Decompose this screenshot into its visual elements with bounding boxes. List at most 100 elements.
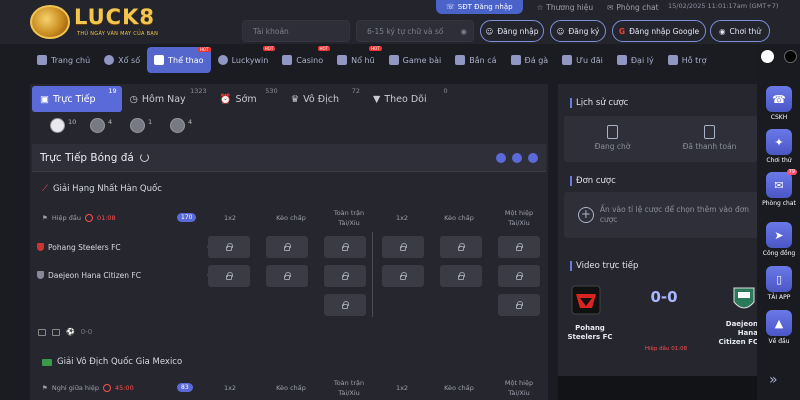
nav-cards[interactable]: Game bài [382,46,449,74]
live-header-actions [496,153,538,163]
password-input[interactable]: 6-15 ký tự chữ và số ◉ [356,20,474,42]
nav-luckywin[interactable]: Luckywin HOT [211,46,276,74]
video-area[interactable] [558,376,758,400]
brand-name: LUCK8 [74,5,155,29]
odds-cell[interactable] [266,236,308,258]
nav-home[interactable]: Trang chủ [30,46,97,74]
tab-early[interactable]: ⏰ Sớm 530 [212,86,283,112]
tab-following[interactable]: ▼ Theo Dõi 0 [365,86,453,112]
nav-label: Hỗ trợ [681,55,707,65]
sport-volleyball[interactable]: 4 [170,118,198,138]
theme-toggle[interactable] [761,50,797,64]
collapse-sidebar-icon[interactable]: » [769,372,778,388]
pending-bets[interactable]: Đang chờ [564,116,661,160]
nav-promotions[interactable]: Ưu đãi [555,46,610,74]
col-1x2-half: 1x2 [395,214,409,222]
settled-bets[interactable]: Đã thanh toán [661,116,758,160]
light-theme-icon[interactable] [761,50,774,63]
sidebar-label: CSKH [770,114,788,121]
nav-label: Casino [296,55,324,65]
league-header[interactable]: ⟋ Giải Hạng Nhất Hàn Quốc [32,178,546,200]
filter-icon[interactable] [512,153,522,163]
sport-football[interactable]: 10 [50,118,78,138]
nav-slots[interactable]: Nổ hũ HOT [330,46,382,74]
register-button[interactable]: ☺ Đăng ký [550,20,606,42]
status-text: Hiệp đầu [644,346,670,352]
login-button[interactable]: ☺ Đăng nhập [480,20,544,42]
match-status: ⚑ Hiệp đầu 01:08 [42,214,116,222]
flame-icon: ⟋ [42,184,48,194]
chat-room-button[interactable]: ✉ 79 Phòng chat [761,169,797,216]
collapse-icon[interactable] [528,153,538,163]
pending-label: Đang chờ [594,142,631,151]
brand-link[interactable]: ☆ Thương hiệu [537,3,594,12]
receipt-icon [704,125,715,139]
odds-cell[interactable] [440,265,482,287]
odds-cell[interactable] [382,236,424,258]
sidebar-label: Công đồng [762,250,796,257]
odds-cell[interactable] [324,236,366,258]
column-divider [372,232,373,317]
download-app-button[interactable]: ▯ TẢI APP [761,266,797,310]
league-header[interactable]: Giải Vô Địch Quốc Gia Mexico [32,351,546,373]
odds-cell[interactable] [324,294,366,316]
markets-count[interactable]: 83 [177,383,193,392]
username-input[interactable]: Tài khoản [242,20,350,42]
odds-cell[interactable] [266,265,308,287]
odds-cell[interactable] [208,265,250,287]
odds-cell[interactable] [498,294,540,316]
video-icon[interactable] [38,328,46,336]
team-home[interactable]: Pohang Steelers FC 0 [32,233,212,261]
nav-support[interactable]: Hỗ trợ [661,46,714,74]
odds-cell[interactable] [324,265,366,287]
field-icon[interactable]: ⚽ [66,328,75,336]
odds-cell[interactable] [498,236,540,258]
col-1x2-half: 1x2 [395,384,409,392]
tab-today[interactable]: ◷ Hôm Nay 1323 [122,86,212,112]
sport-basketball[interactable]: 4 [90,118,118,138]
demo-sidebar-button[interactable]: ✦ Chơi thử [761,129,797,173]
chat-link-label: Phòng chat [616,2,659,12]
demo-button[interactable]: ◉ Chơi thử [710,20,770,42]
sport-tennis[interactable]: 1 [130,118,158,138]
odds-cell[interactable] [208,236,250,258]
nav-agent[interactable]: Đại lý [610,46,661,74]
stats-icon[interactable] [52,328,60,336]
plus-icon[interactable]: + [578,207,594,223]
markets-count[interactable]: 170 [177,213,197,222]
star-icon: ☆ [536,2,544,12]
video-scoreboard[interactable]: Pohang Steelers FC 0-0 Hiệp đầu 01:08 Da… [558,280,758,366]
refresh-icon[interactable] [139,153,149,162]
google-login-button[interactable]: G Đăng nhập Google [612,20,706,42]
match-footer: ⚽ 0-0 [38,328,92,336]
nav-cockfight[interactable]: Đá gà [504,46,556,74]
dark-theme-icon[interactable] [784,50,797,63]
odds-cell[interactable] [382,265,424,287]
brand-logo[interactable]: LUCK8 THỦ NGÀY VÀN MAY CỦA BẠN [30,3,190,41]
community-button[interactable]: ➤ Công đồng [761,222,797,266]
nav-fishing[interactable]: Bắn cá [448,46,503,74]
chat-link[interactable]: ✉ Phòng chat [607,3,658,12]
support-button[interactable]: ☎ CSKH [761,86,797,130]
col-label: Tài/Xỉu [338,389,360,397]
user-icon: ☺ [485,26,494,36]
odds-cell[interactable] [498,265,540,287]
sport-count: 4 [188,118,193,126]
team-away[interactable]: Daejeon Hana Citizen FC 0 [32,261,212,289]
tab-live[interactable]: ▣ Trực Tiếp 19 [32,86,122,112]
tab-champion[interactable]: ♛ Vô Địch 72 [283,86,365,112]
col-1x2: 1x2 [223,214,237,222]
back-to-top-button[interactable]: ▲ Về đầu [761,310,797,354]
lock-icon [516,243,523,251]
team-logo-icon [37,243,44,251]
eye-icon[interactable]: ◉ [460,27,467,36]
nav-casino[interactable]: Casino HOT [275,46,331,74]
tab-label: Hôm Nay [141,93,186,105]
nav-sports[interactable]: Thể thao HOT [147,47,211,73]
nav-lottery[interactable]: Xổ số [97,46,147,74]
expand-icon[interactable] [496,153,506,163]
live-header: Trực Tiếp Bóng đá [32,144,546,172]
odds-cell[interactable] [440,236,482,258]
lock-icon [342,301,349,309]
phone-login-button[interactable]: ☏ SĐT Đăng nhập [436,0,523,14]
